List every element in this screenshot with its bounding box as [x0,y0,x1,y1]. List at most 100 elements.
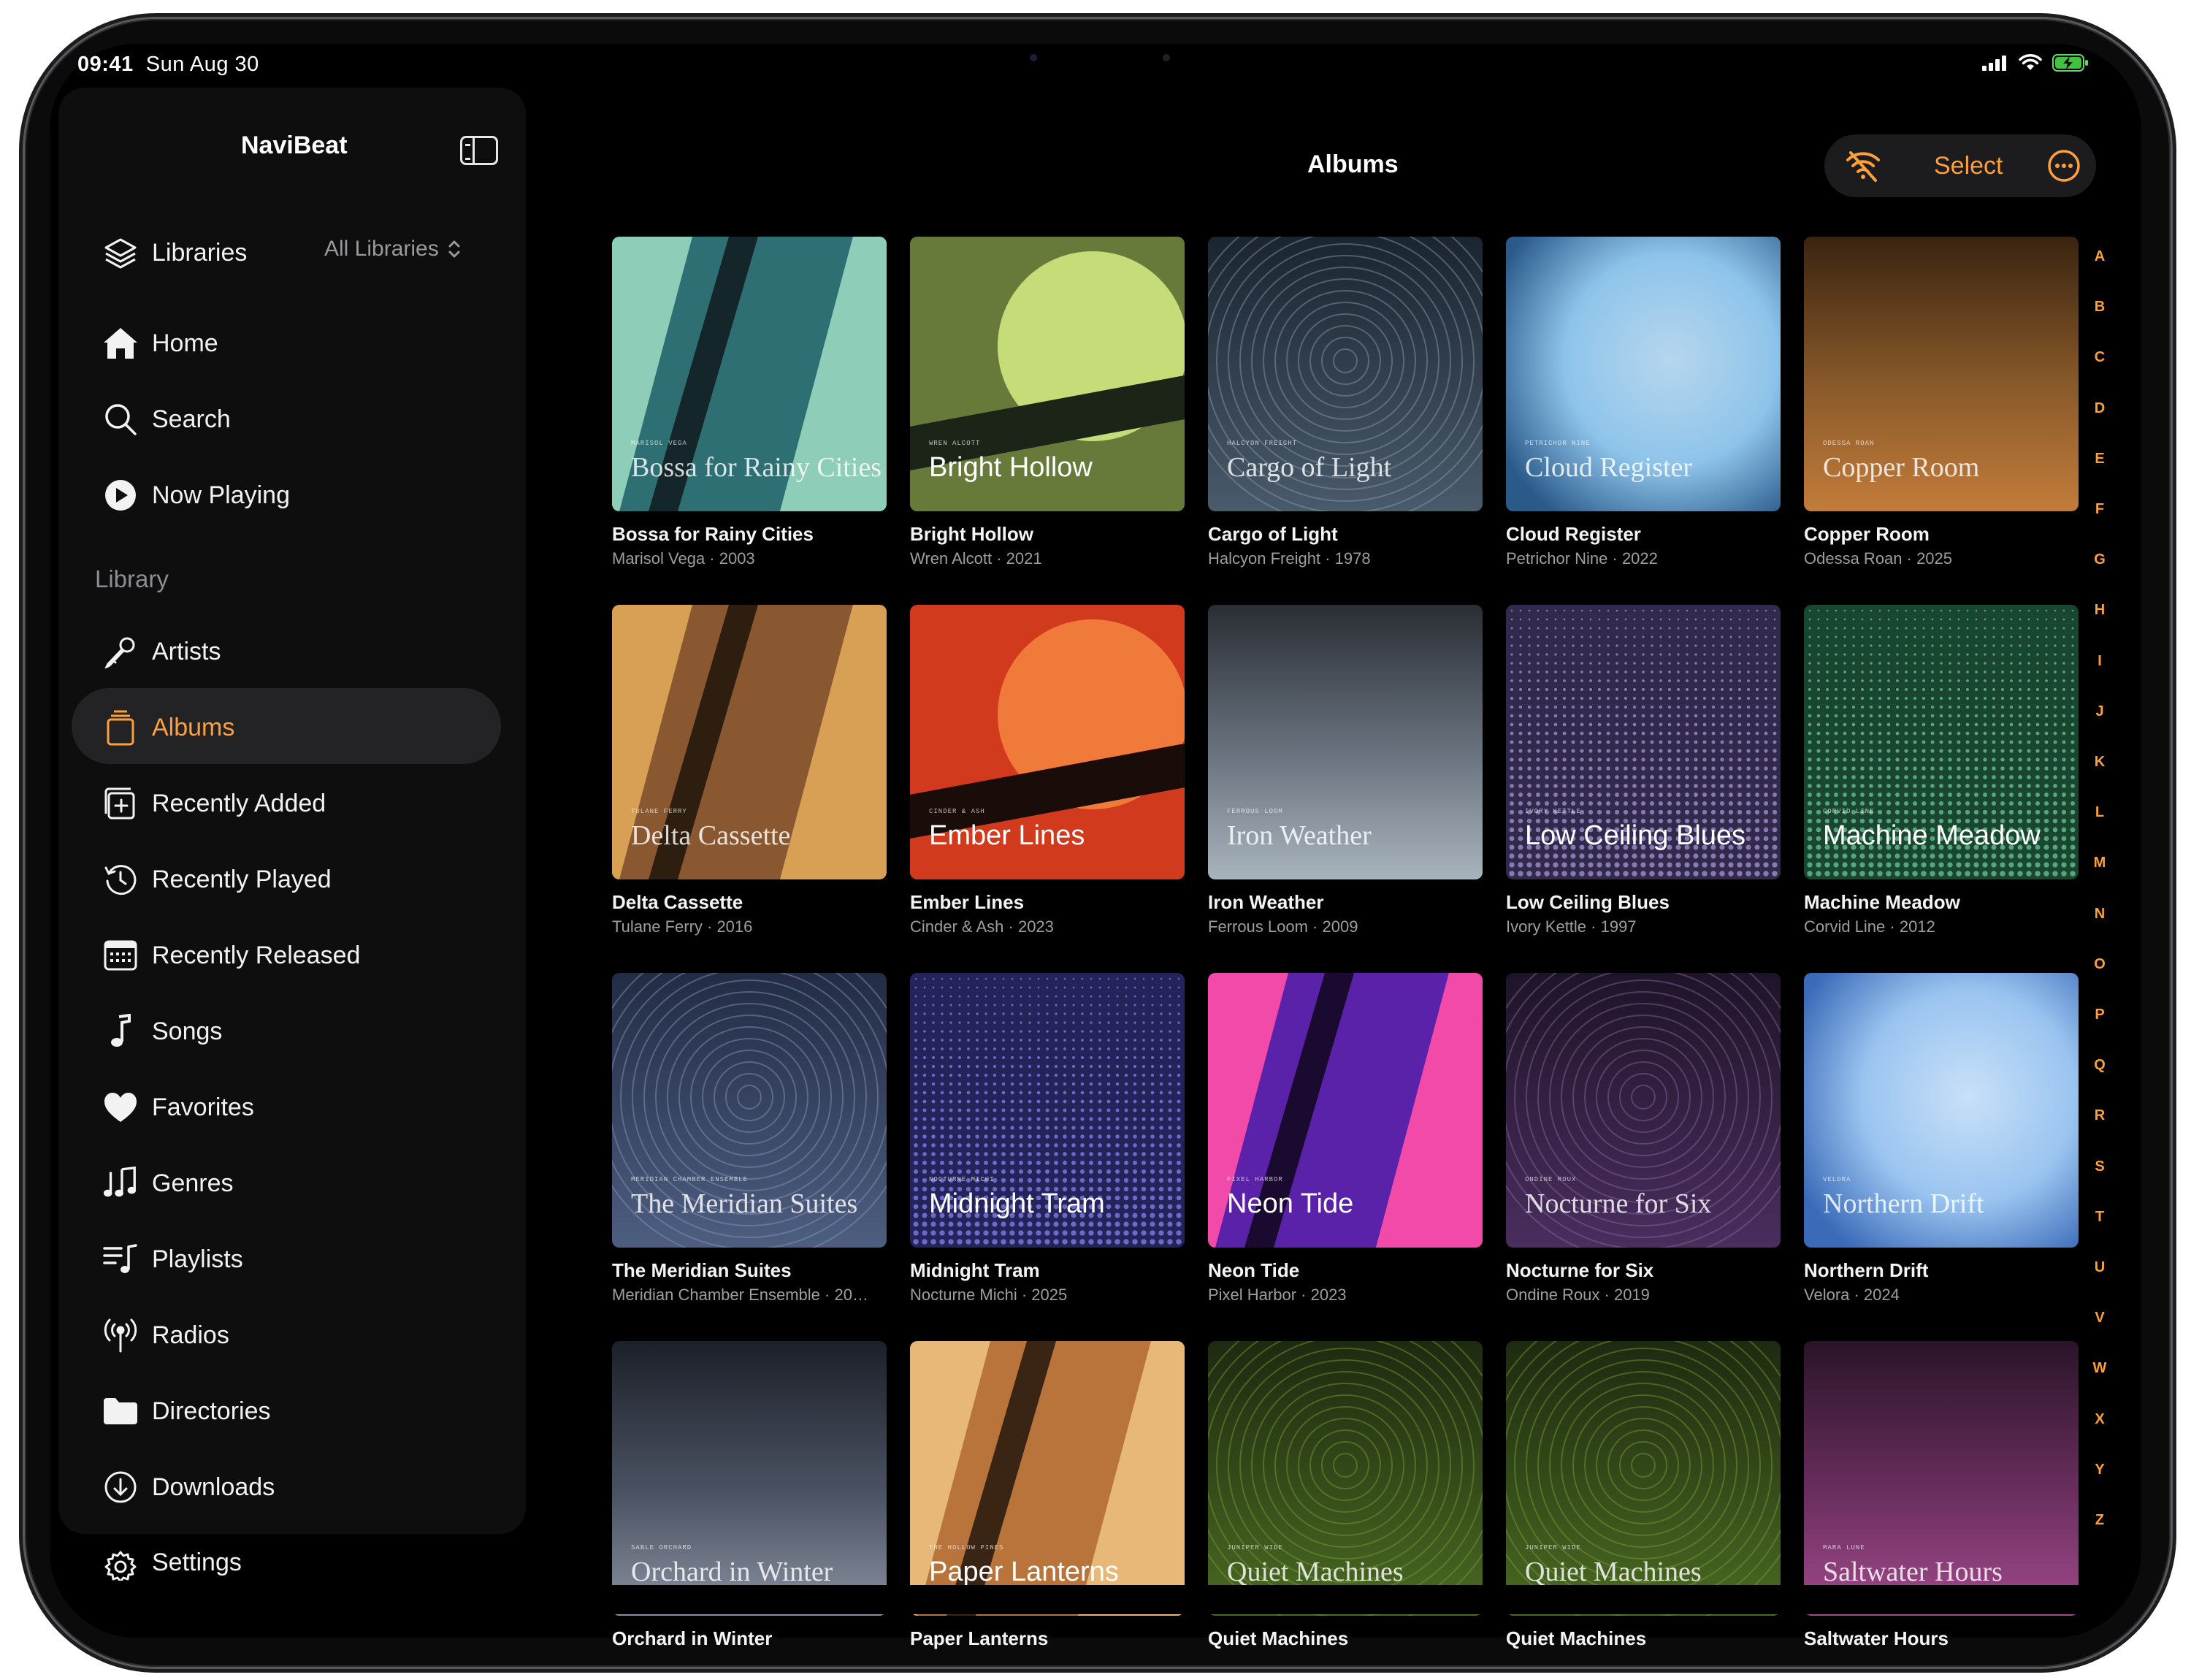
sidebar-item-genres[interactable]: Genres [102,1157,234,1210]
album-title[interactable]: Quiet Machines [1506,1627,1646,1650]
album-title[interactable]: Saltwater Hours [1804,1627,1949,1650]
alphabet-letter[interactable]: V [2089,1310,2111,1326]
album-cover[interactable]: Pixel Harbor Neon Tide [1208,973,1483,1248]
album-cover[interactable]: Marisol Vega Bossa for Rainy Cities [612,237,887,511]
album-title[interactable]: Copper Room [1804,523,1930,546]
album-cover[interactable]: Mara Lune Saltwater Hours [1804,1341,2079,1616]
alphabet-letter[interactable]: D [2089,400,2111,417]
alphabet-letter[interactable]: T [2089,1209,2111,1226]
album-cover[interactable]: Velora Northern Drift [1804,973,2079,1248]
alphabet-letter[interactable]: M [2089,855,2111,871]
cover-artist-text: Odessa Roan [1823,440,1875,447]
sidebar-item-radios[interactable]: Radios [102,1309,229,1362]
album-title[interactable]: Delta Cassette [612,891,743,914]
album-cover[interactable]: Ferrous Loom Iron Weather [1208,605,1483,879]
alphabet-letter[interactable]: R [2089,1107,2111,1124]
alphabet-letter[interactable]: Q [2089,1057,2111,1074]
album-cover[interactable]: Meridian Chamber Ensemble The Meridian S… [612,973,887,1248]
album-cover[interactable]: Sable Orchard Orchard in Winter [612,1341,887,1616]
album-cover[interactable]: Cinder & Ash Ember Lines [910,605,1185,879]
album-cover[interactable]: Juniper Wide Quiet Machines [1506,1341,1781,1616]
more-options-icon[interactable] [2047,149,2081,183]
album-title[interactable]: Bossa for Rainy Cities [612,523,814,546]
sidebar-item-directories[interactable]: Directories [102,1385,270,1437]
sidebar-item-songs[interactable]: Songs [102,1005,222,1058]
alphabet-letter[interactable]: I [2089,653,2111,670]
alphabet-letter[interactable]: N [2089,906,2111,923]
album-cover[interactable]: Tulane Ferry Delta Cassette [612,605,887,879]
album-title[interactable]: Nocturne for Six [1506,1259,1653,1282]
album-cover[interactable]: Nocturne Michi Midnight Tram [910,973,1185,1248]
alphabet-letter[interactable]: Y [2089,1462,2111,1478]
alphabet-letter[interactable]: G [2089,551,2111,568]
cover-artist-text: Pixel Harbor [1227,1176,1283,1183]
wifi-slash-icon[interactable] [1843,150,1883,182]
album-title[interactable]: Bright Hollow [910,523,1033,546]
album-title[interactable]: Orchard in Winter [612,1627,772,1650]
alphabet-letter[interactable]: X [2089,1411,2111,1428]
album-title[interactable]: Paper Lanterns [910,1627,1048,1650]
sidebar-item-albums[interactable]: Albums [102,701,234,754]
alphabet-letter[interactable]: S [2089,1158,2111,1175]
album-cover[interactable]: Halcyon Freight Cargo of Light [1208,237,1483,511]
alphabet-letter[interactable]: J [2089,703,2111,720]
album-title[interactable]: Midnight Tram [910,1259,1040,1282]
sidebar-item-artists[interactable]: Artists [102,625,221,678]
sidebar-item-recently-added[interactable]: Recently Added [102,777,326,830]
album-cover[interactable]: Odessa Roan Copper Room [1804,237,2079,511]
cover-artist-text: Ondine Roux [1525,1176,1577,1183]
alphabet-letter[interactable]: K [2089,754,2111,771]
bottom-clip [612,1585,2109,1614]
cover-title-text: Bright Hollow [929,452,1093,483]
toggle-sidebar-button[interactable] [460,136,498,165]
album-title[interactable]: Cargo of Light [1208,523,1338,546]
sidebar-item-favorites[interactable]: Favorites [102,1081,254,1134]
sidebar-item-recently-played[interactable]: Recently Played [102,853,332,906]
alphabet-letter[interactable]: O [2089,956,2111,973]
cover-artist-text: Ferrous Loom [1227,808,1283,815]
album-title[interactable]: Quiet Machines [1208,1627,1348,1650]
alphabet-letter[interactable]: A [2089,248,2111,265]
album-artist-year: Ondine Roux · 2019 [1506,1286,1650,1304]
album-cover[interactable]: Juniper Wide Quiet Machines [1208,1341,1483,1616]
cover-artist-text: Sable Orchard [631,1544,692,1551]
album-title[interactable]: Machine Meadow [1804,891,1960,914]
sidebar-item-home[interactable]: Home [102,317,218,370]
album-cover[interactable]: Corvid Line Machine Meadow [1804,605,2079,879]
alphabet-letter[interactable]: P [2089,1007,2111,1023]
album-cover[interactable]: Petrichor Nine Cloud Register [1506,237,1781,511]
cover-artist-text: Corvid Line [1823,808,1875,815]
sidebar-item-settings[interactable]: Settings [102,1549,242,1581]
alphabet-letter[interactable]: C [2089,349,2111,366]
album-artist-year: Ivory Kettle · 1997 [1506,917,1637,936]
album-title[interactable]: Iron Weather [1208,891,1323,914]
alphabet-letter[interactable]: B [2089,299,2111,316]
cover-title-text: Paper Lanterns [929,1557,1119,1587]
alphabet-letter[interactable]: Z [2089,1512,2111,1529]
alphabet-letter[interactable]: L [2089,804,2111,821]
album-cover[interactable]: Wren Alcott Bright Hollow [910,237,1185,511]
alphabet-letter[interactable]: H [2089,602,2111,619]
libraries-picker[interactable]: All Libraries [324,237,461,261]
album-title[interactable]: Northern Drift [1804,1259,1928,1282]
cover-title-text: Copper Room [1823,452,1980,483]
sidebar-item-playlists[interactable]: Playlists [102,1233,243,1286]
album-title[interactable]: Neon Tide [1208,1259,1299,1282]
alphabet-letter[interactable]: E [2089,451,2111,467]
sidebar-item-now-playing[interactable]: Now Playing [102,469,290,522]
alphabet-letter[interactable]: W [2089,1360,2111,1377]
sidebar-item-downloads[interactable]: Downloads [102,1461,275,1513]
alphabet-letter[interactable]: F [2089,501,2111,518]
album-title[interactable]: Low Ceiling Blues [1506,891,1670,914]
album-title[interactable]: The Meridian Suites [612,1259,792,1282]
album-title[interactable]: Ember Lines [910,891,1024,914]
chevron-up-down-icon [448,240,460,258]
album-cover[interactable]: The Hollow Pines Paper Lanterns [910,1341,1185,1616]
album-cover[interactable]: Ondine Roux Nocturne for Six [1506,973,1781,1248]
album-title[interactable]: Cloud Register [1506,523,1641,546]
select-button[interactable]: Select [1934,152,2003,180]
alphabet-letter[interactable]: U [2089,1259,2111,1276]
sidebar-item-recently-released[interactable]: Recently Released [102,929,360,982]
album-cover[interactable]: Ivory Kettle Low Ceiling Blues [1506,605,1781,879]
sidebar-item-search[interactable]: Search [102,393,231,446]
